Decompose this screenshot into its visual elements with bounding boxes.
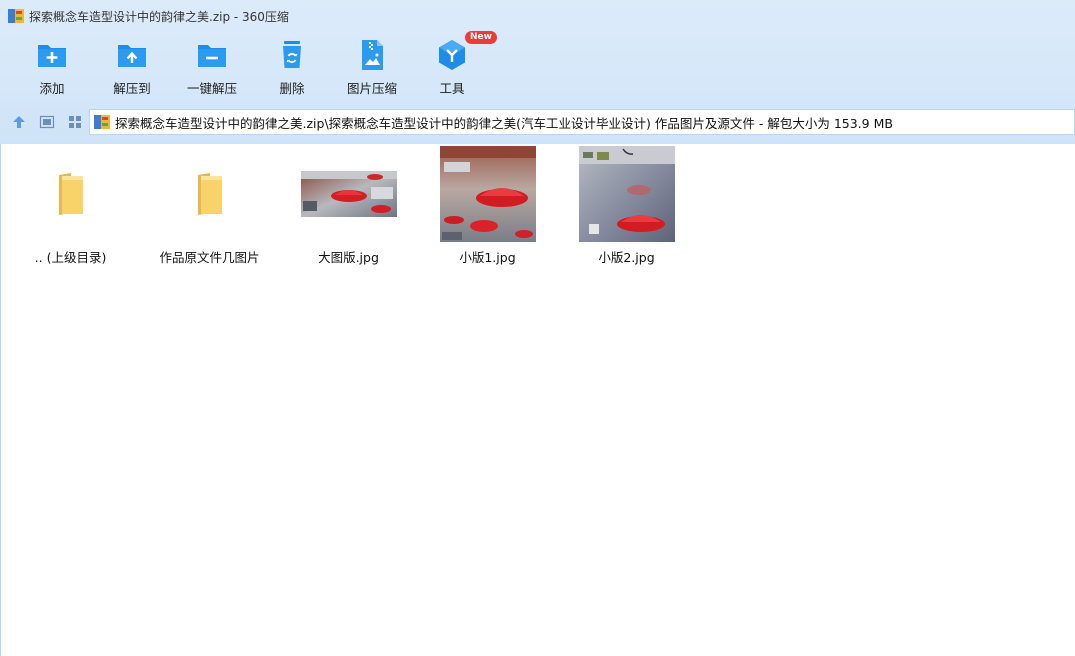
thumbnail — [1, 146, 140, 242]
tools-button[interactable]: New 工具 — [412, 31, 497, 98]
new-badge: New — [465, 31, 497, 44]
file-name: 作品原文件几图片 — [159, 250, 260, 265]
archive-icon — [94, 114, 110, 130]
folder-icon — [197, 173, 222, 215]
title-bar: 探索概念车造型设计中的韵律之美.zip - 360压缩 — [0, 0, 1075, 32]
one-click-extract-label: 一键解压 — [186, 81, 237, 96]
file-name: 大图版.jpg — [318, 250, 379, 265]
toolbar: 添加 解压到 一键解压 删除 图片压缩 New 工具 — [12, 31, 497, 98]
thumbnail — [557, 146, 696, 242]
tools-label: 工具 — [439, 81, 465, 96]
delete-button[interactable]: 删除 — [252, 38, 332, 98]
folder-extract-icon — [118, 45, 146, 67]
navigation-bar: 探索概念车造型设计中的韵律之美.zip\探索概念车造型设计中的韵律之美(汽车工业… — [0, 107, 1075, 137]
one-click-extract-button[interactable]: 一键解压 — [172, 38, 252, 98]
folder-add-icon — [38, 45, 66, 67]
thumbnail — [418, 146, 557, 242]
file-name: 小版2.jpg — [598, 250, 655, 265]
folder-one-click-extract-icon — [198, 45, 226, 67]
folder-icon — [58, 173, 83, 215]
image-compress-button[interactable]: 图片压缩 — [332, 38, 412, 98]
trash-icon — [283, 41, 301, 68]
delete-label: 删除 — [279, 81, 305, 96]
thumbnail-view-button[interactable] — [34, 108, 60, 136]
address-bar[interactable]: 探索概念车造型设计中的韵律之美.zip\探索概念车造型设计中的韵律之美(汽车工业… — [89, 109, 1075, 135]
arrow-up-icon — [13, 116, 25, 128]
file-list-area: .. (上级目录) 作品原文件几图片 大图版.jpg 小版1.jpg 小版2.j… — [0, 144, 1075, 656]
file-item-image[interactable]: 大图版.jpg — [279, 144, 418, 265]
thumbnail-view-icon — [39, 115, 55, 129]
file-item-folder[interactable]: 作品原文件几图片 — [140, 144, 279, 265]
add-button[interactable]: 添加 — [12, 38, 92, 98]
thumbnail — [279, 146, 418, 242]
file-item-image[interactable]: 小版2.jpg — [557, 144, 696, 265]
grid-view-icon — [69, 116, 81, 128]
file-name: 小版1.jpg — [459, 250, 516, 265]
extract-to-label: 解压到 — [113, 81, 151, 96]
add-label: 添加 — [39, 81, 65, 96]
up-level-button[interactable] — [6, 108, 32, 136]
window-title: 探索概念车造型设计中的韵律之美.zip - 360压缩 — [29, 9, 289, 24]
car-image-thumbnail-2 — [578, 146, 675, 242]
car-wide-image-thumbnail — [300, 171, 397, 217]
file-item-image[interactable]: 小版1.jpg — [418, 144, 557, 265]
archive-icon — [8, 8, 24, 24]
car-image-thumbnail-1 — [439, 146, 536, 242]
thumbnail — [140, 146, 279, 242]
grid-view-button[interactable] — [62, 108, 88, 136]
tools-cube-icon — [439, 40, 465, 70]
extract-to-button[interactable]: 解压到 — [92, 38, 172, 98]
file-name: .. (上级目录) — [34, 250, 107, 265]
address-path: 探索概念车造型设计中的韵律之美.zip\探索概念车造型设计中的韵律之美(汽车工业… — [115, 115, 893, 131]
image-compress-icon — [362, 40, 383, 70]
image-compress-label: 图片压缩 — [346, 81, 397, 96]
file-item-parent-directory[interactable]: .. (上级目录) — [1, 144, 140, 265]
